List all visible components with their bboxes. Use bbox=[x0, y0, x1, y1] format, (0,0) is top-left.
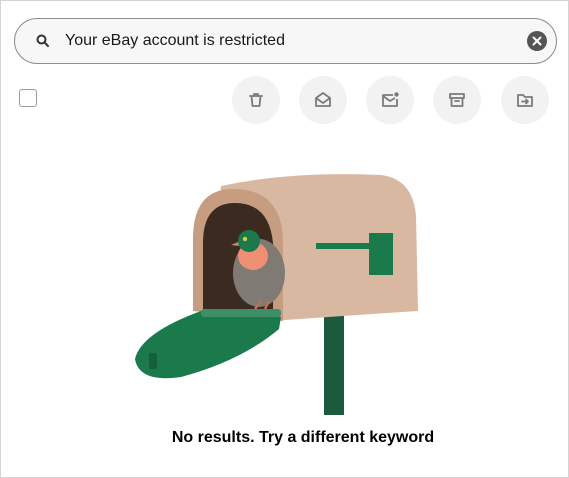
clear-search-button[interactable] bbox=[527, 31, 547, 51]
mark-read-button[interactable] bbox=[299, 76, 347, 124]
select-all-checkbox[interactable] bbox=[19, 89, 37, 107]
no-results-message: No results. Try a different keyword bbox=[171, 429, 435, 446]
archive-button[interactable] bbox=[433, 76, 481, 124]
clear-icon bbox=[532, 36, 542, 46]
search-results-panel: No results. Try a different keyword bbox=[0, 0, 569, 478]
search-icon bbox=[36, 34, 49, 47]
archive-icon bbox=[449, 93, 465, 107]
mark-unread-button[interactable] bbox=[366, 76, 414, 124]
folder-move-icon bbox=[517, 94, 533, 107]
move-to-folder-button[interactable] bbox=[501, 76, 549, 124]
mailbox-door bbox=[135, 309, 281, 379]
trash-icon bbox=[249, 93, 263, 107]
mailbox-post bbox=[324, 311, 344, 415]
delete-button[interactable] bbox=[232, 76, 280, 124]
envelope-dot-icon bbox=[382, 92, 399, 107]
search-bar[interactable] bbox=[14, 18, 557, 64]
search-input[interactable] bbox=[65, 27, 505, 55]
envelope-open-icon bbox=[315, 92, 331, 107]
mailbox-pigeon-illustration bbox=[135, 174, 418, 415]
